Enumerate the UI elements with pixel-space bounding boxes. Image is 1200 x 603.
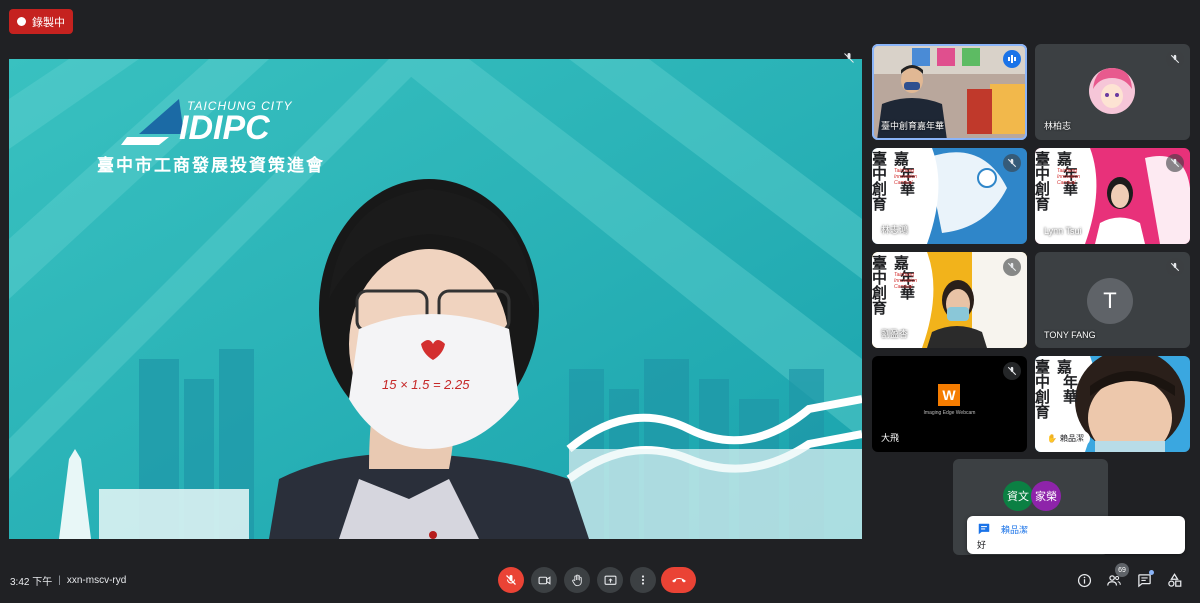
carnival-chars-right: 嘉年華	[1057, 358, 1079, 406]
leave-call-button[interactable]	[661, 567, 696, 593]
participant-name: TONY FANG	[1044, 330, 1096, 340]
chat-icon	[1137, 573, 1151, 587]
hand-icon: ✋	[1047, 434, 1057, 443]
bottom-bar: 3:42 下午 | xxn-mscv-ryd 69	[0, 560, 1200, 603]
participant-name: Lynn Tsui	[1044, 226, 1082, 236]
carnival-chars-left: 臺中創育	[872, 150, 888, 213]
participant-tile-6[interactable]: T TONY FANG	[1035, 252, 1190, 348]
end-call-icon	[671, 578, 686, 583]
participant-tile-1[interactable]: 臺中創育嘉年華	[872, 44, 1027, 140]
participant-tile-2[interactable]: 林柏志	[1035, 44, 1190, 140]
participant-name: 林志鴻	[881, 225, 909, 235]
mic-off-icon	[506, 575, 516, 585]
avatar: 資文	[1003, 481, 1033, 511]
participant-tile-5[interactable]: 臺中創育 嘉年華 Taichung Innovation Carnival 劉盈…	[872, 252, 1027, 348]
participant-name: 大飛	[881, 433, 900, 443]
participant-name: 臺中創育嘉年華	[881, 121, 945, 131]
mic-off-icon	[1003, 362, 1021, 380]
shapes-icon	[1167, 572, 1181, 587]
speaker-video	[9, 59, 862, 539]
chat-message: 好	[977, 540, 987, 550]
recording-badge[interactable]: 錄製中	[9, 9, 73, 34]
avatar: T	[1087, 278, 1133, 324]
raised-hand-label: ✋ 賴品潔	[1041, 431, 1090, 446]
participant-name: 劉盈杏	[881, 329, 909, 339]
mic-toggle-button[interactable]	[498, 567, 524, 593]
clock-time: 3:42 下午	[10, 577, 53, 588]
carnival-en: Taichung Innovation Carnival	[894, 168, 918, 186]
participant-name: 林柏志	[1044, 121, 1072, 131]
participant-tile-3[interactable]: 臺中創育 嘉年華 Taichung Innovation Carnival 林志…	[872, 148, 1027, 244]
chat-button[interactable]	[1133, 569, 1155, 591]
main-speaker-tile[interactable]: TAICHUNG CITY IDIPC 臺中市工商發展投資策進會 15 × 1.…	[9, 59, 862, 539]
mic-off-icon	[1166, 258, 1184, 276]
webcam-logo-icon: W	[938, 384, 960, 406]
carnival-chars-left: 臺中創育	[872, 254, 888, 317]
participants-count: 69	[1115, 563, 1129, 577]
meeting-details-button[interactable]	[1073, 569, 1095, 591]
recording-dot-icon	[17, 17, 26, 26]
chat-icon	[978, 523, 990, 535]
org-name: 臺中市工商發展投資策進會	[97, 156, 325, 175]
logo-text: IDIPC	[179, 109, 270, 147]
meeting-code: xxn-mscv-ryd	[66, 575, 127, 586]
carnival-en: Taichung Innovation Carnival	[894, 272, 918, 290]
meet-window: 錄製中 TAICHUNG CITY IDIPC 臺中市工商發展投資策進會 15 …	[0, 0, 1200, 603]
divider: |	[58, 575, 61, 586]
carnival-en: Taichung Innovation Carnival	[1057, 168, 1081, 186]
main-mic-off-icon	[844, 53, 854, 63]
carnival-chars-left: 臺中創育	[1035, 358, 1051, 421]
mic-off-icon	[1166, 50, 1184, 68]
camera-toggle-button[interactable]	[531, 567, 557, 593]
webcam-label: Imaging Edge Webcam	[923, 410, 976, 416]
unread-dot	[1149, 570, 1154, 575]
chat-notification[interactable]: 賴品潔 好	[967, 516, 1185, 554]
present-icon	[604, 575, 616, 585]
more-vert-icon	[641, 575, 645, 585]
participant-tile-7[interactable]: W Imaging Edge Webcam 大飛	[872, 356, 1027, 452]
mask-text: 15 × 1.5 = 2.25	[382, 377, 470, 392]
participants-button[interactable]: 69	[1103, 563, 1129, 591]
raise-hand-button[interactable]	[564, 567, 590, 593]
mic-off-icon	[1003, 154, 1021, 172]
hand-icon	[571, 574, 582, 586]
info-icon	[1077, 573, 1091, 587]
recording-label: 錄製中	[32, 16, 65, 29]
more-options-button[interactable]	[630, 567, 656, 593]
meeting-info: 3:42 下午 | xxn-mscv-ryd	[10, 573, 126, 588]
speaking-indicator-icon	[1003, 50, 1021, 68]
participant-tile-8[interactable]: 臺中創育 嘉年華 ✋ 賴品潔	[1035, 356, 1190, 452]
camera-icon	[538, 575, 550, 585]
chat-sender: 賴品潔	[1001, 525, 1029, 535]
present-screen-button[interactable]	[597, 567, 623, 593]
participant-tile-4[interactable]: 臺中創育 嘉年華 Taichung Innovation Carnival Ly…	[1035, 148, 1190, 244]
carnival-chars-left: 臺中創育	[1035, 150, 1051, 213]
activities-button[interactable]	[1163, 569, 1185, 591]
avatar: 家榮	[1031, 481, 1061, 511]
mic-off-icon	[1003, 258, 1021, 276]
mic-off-icon	[1166, 154, 1184, 172]
